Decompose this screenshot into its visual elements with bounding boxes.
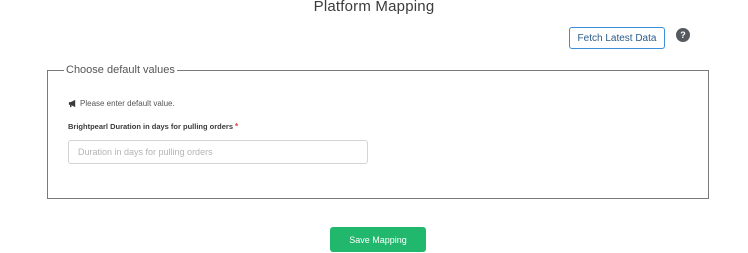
duration-field-label: Brightpearl Duration in days for pulling… (68, 122, 368, 131)
save-mapping-button[interactable]: Save Mapping (330, 227, 426, 252)
fetch-latest-data-button[interactable]: Fetch Latest Data (569, 27, 665, 49)
default-values-fieldset: Choose default values Please enter defau… (47, 63, 709, 199)
page-title: Platform Mapping (313, 0, 435, 15)
notice-text: Please enter default value. (80, 99, 175, 108)
question-circle-icon[interactable]: ? (676, 28, 690, 42)
platform-mapping-page: Platform Mapping Fetch Latest Data ? Cho… (0, 0, 748, 253)
duration-field-label-text: Brightpearl Duration in days for pulling… (68, 122, 234, 131)
duration-days-input[interactable] (68, 140, 368, 164)
default-value-notice: Please enter default value. (68, 99, 368, 108)
fieldset-legend: Choose default values (66, 64, 175, 76)
required-marker: * (235, 122, 239, 131)
default-values-form: Please enter default value. Brightpearl … (68, 99, 368, 164)
megaphone-icon (68, 99, 76, 108)
